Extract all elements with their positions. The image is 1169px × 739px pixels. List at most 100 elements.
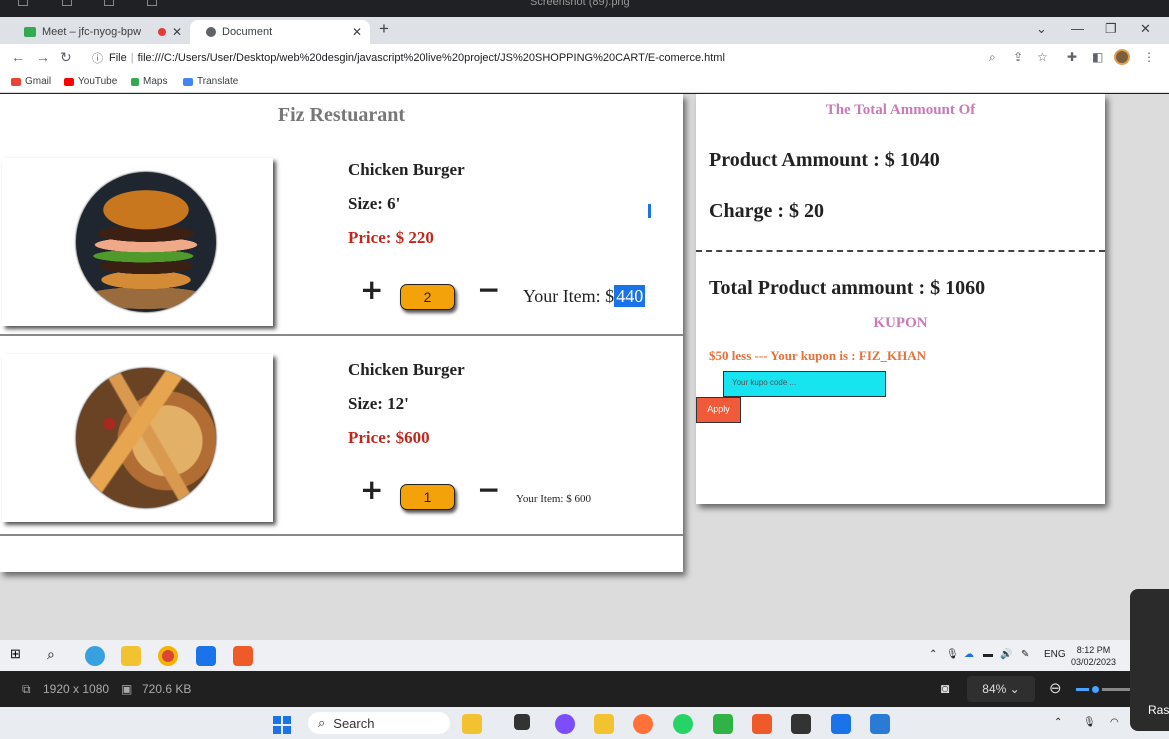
microphone-icon: 🎙 (946, 649, 959, 660)
viewer-status-bar: ⧉ 1920 x 1080 ▣ 720.6 KB ◙ 84% ⌄ ⊖ (0, 671, 1169, 707)
total-panel: The Total Ammount Of Product Ammount : $… (696, 94, 1105, 504)
total-heading: The Total Ammount Of (825, 102, 976, 118)
search-icon[interactable]: ⌕ (47, 646, 67, 666)
product-image-frame (2, 354, 273, 522)
forward-icon[interactable]: → (36, 49, 50, 65)
windows-icon[interactable]: ⊞ (10, 646, 30, 666)
zoom-icon[interactable]: ⌕ (989, 50, 996, 65)
cloud-icon: ☁ (964, 649, 974, 660)
pen-icon: ✎ (1021, 649, 1030, 660)
folder-icon[interactable] (121, 646, 141, 666)
item-total-value: 440 (614, 285, 646, 307)
speaker-icon: 🔊 (1000, 649, 1013, 660)
more-icon[interactable]: ⋮ (1143, 50, 1155, 64)
firefox-icon[interactable] (633, 714, 653, 734)
quantity-display: 2 (400, 284, 455, 310)
recording-icon (158, 28, 166, 36)
language-indicator[interactable]: ENG (1044, 649, 1066, 660)
bookmark-gmail[interactable]: Gmail (11, 76, 51, 87)
file-size: 720.6 KB (142, 682, 192, 696)
increase-button[interactable]: + (360, 473, 383, 506)
tab-label: Meet – jfc-nyog-bpw (42, 26, 142, 38)
close-window-button[interactable]: ✕ (1140, 21, 1151, 37)
zoom-slider[interactable] (1076, 683, 1136, 696)
product-image-frame (2, 158, 273, 326)
widgets-icon[interactable] (462, 714, 482, 734)
reload-icon[interactable]: ↻ (60, 49, 72, 66)
address-bar[interactable]: ⓘ File | file:///C:/Users/User/Desktop/w… (84, 47, 1064, 68)
app-icon[interactable] (713, 714, 733, 734)
bookmark-translate[interactable]: Translate (183, 76, 238, 87)
globe-icon (206, 27, 216, 37)
search-icon: ⌕ (318, 715, 326, 730)
whatsapp-icon[interactable] (673, 714, 693, 734)
maximize-button[interactable]: ❐ (1105, 21, 1117, 37)
zoom-out-icon[interactable]: ⊖ (1049, 679, 1062, 697)
chevron-up-icon[interactable]: ⌃ (1054, 717, 1062, 728)
bookmark-youtube[interactable]: YouTube (64, 76, 117, 87)
item-total: Your Item: $ 600 (516, 493, 591, 505)
taskbar-search[interactable]: ⌕ Search (308, 712, 450, 734)
browser-tab-bar: Meet – jfc-nyog-bpw ✕ Document ✕ + ⌄ — ❐… (0, 17, 1169, 44)
folder-icon[interactable] (594, 714, 614, 734)
burger-image (76, 172, 216, 312)
close-icon[interactable]: ✕ (352, 25, 362, 39)
windows-taskbar: ⌕ Search ⌃ 🎙 ◠ (0, 707, 1169, 739)
viewer-title: Screenshot (89).png (530, 0, 630, 8)
charge-amount: Charge : $ 20 (709, 200, 824, 222)
info-icon: ⓘ (92, 52, 103, 65)
back-icon[interactable]: ← (11, 49, 25, 65)
inner-taskbar: ⊞ ⌕ ⌃ 🎙 ☁ ▬ 🔊 ✎ ENG 8:12 PM 03/02/2023 (0, 640, 1169, 671)
resolution-icon: ⧉ (22, 682, 31, 696)
close-icon[interactable]: ✕ (172, 25, 182, 39)
task-view-icon[interactable] (514, 714, 530, 730)
chrome-icon[interactable] (158, 646, 178, 666)
tab-meet[interactable]: Meet – jfc-nyog-bpw ✕ (8, 20, 190, 44)
product-card: Chicken Burger Size: 6' Price: $ 220 + 2… (0, 140, 683, 336)
chevron-down-icon[interactable]: ⌄ (1036, 21, 1047, 37)
navigation-bar: ← → ↻ ⓘ File | file:///C:/Users/User/Des… (0, 44, 1169, 71)
product-name: Chicken Burger (348, 160, 465, 179)
terminal-icon[interactable] (791, 714, 811, 734)
apply-button[interactable]: Apply (696, 397, 741, 423)
product-price: Price: $ 220 (348, 228, 434, 247)
extensions-icon[interactable]: ✚ (1067, 50, 1077, 64)
windows-start-icon[interactable] (273, 716, 291, 734)
zoom-slider-thumb[interactable] (1089, 683, 1102, 696)
pizza-image (76, 368, 216, 508)
minimize-button[interactable]: — (1071, 21, 1084, 36)
shop-panel: Fiz Restuarant Chicken Burger Size: 6' P… (0, 94, 683, 572)
avatar[interactable] (1114, 49, 1130, 65)
vscode-icon[interactable] (196, 646, 216, 666)
vscode-icon[interactable] (831, 714, 851, 734)
side-panel-icon[interactable]: ◧ (1092, 50, 1103, 64)
increase-button[interactable]: + (360, 273, 383, 306)
address-url: file:///C:/Users/User/Desktop/web%20desg… (137, 51, 725, 64)
screenshot-icon[interactable]: ◙ (941, 680, 949, 696)
copilot-icon[interactable] (555, 714, 575, 734)
tab-label: Document (222, 26, 273, 38)
bookmark-maps[interactable]: Maps (131, 76, 167, 87)
gmail-icon (11, 77, 21, 86)
maps-icon (131, 77, 139, 86)
chevron-up-icon[interactable]: ⌃ (929, 649, 937, 660)
kupon-heading: KUPON (873, 315, 928, 331)
star-icon[interactable]: ☆ (1037, 50, 1048, 64)
app-icon[interactable] (233, 646, 253, 666)
tab-document[interactable]: Document ✕ (190, 20, 370, 44)
photos-icon[interactable] (870, 714, 890, 734)
address-prefix: File (109, 51, 127, 64)
edge-icon[interactable] (85, 646, 105, 666)
app-icon[interactable] (752, 714, 772, 734)
kupon-message: $50 less --- Your kupon is : FIZ_KHAN (709, 348, 927, 363)
zoom-dropdown[interactable]: 84% ⌄ (967, 676, 1035, 702)
decrease-button[interactable]: − (477, 273, 500, 306)
kupon-input[interactable]: Your kupo code ... (723, 371, 886, 397)
new-tab-button[interactable]: + (379, 19, 389, 39)
viewer-title-bar: Screenshot (89).png (0, 0, 1169, 17)
decrease-button[interactable]: − (477, 473, 500, 506)
share-icon[interactable]: ⇪ (1013, 50, 1023, 64)
side-panel-tab[interactable]: Ras (1130, 589, 1169, 731)
youtube-icon (64, 77, 74, 86)
clock[interactable]: 8:12 PM 03/02/2023 (1071, 644, 1116, 668)
